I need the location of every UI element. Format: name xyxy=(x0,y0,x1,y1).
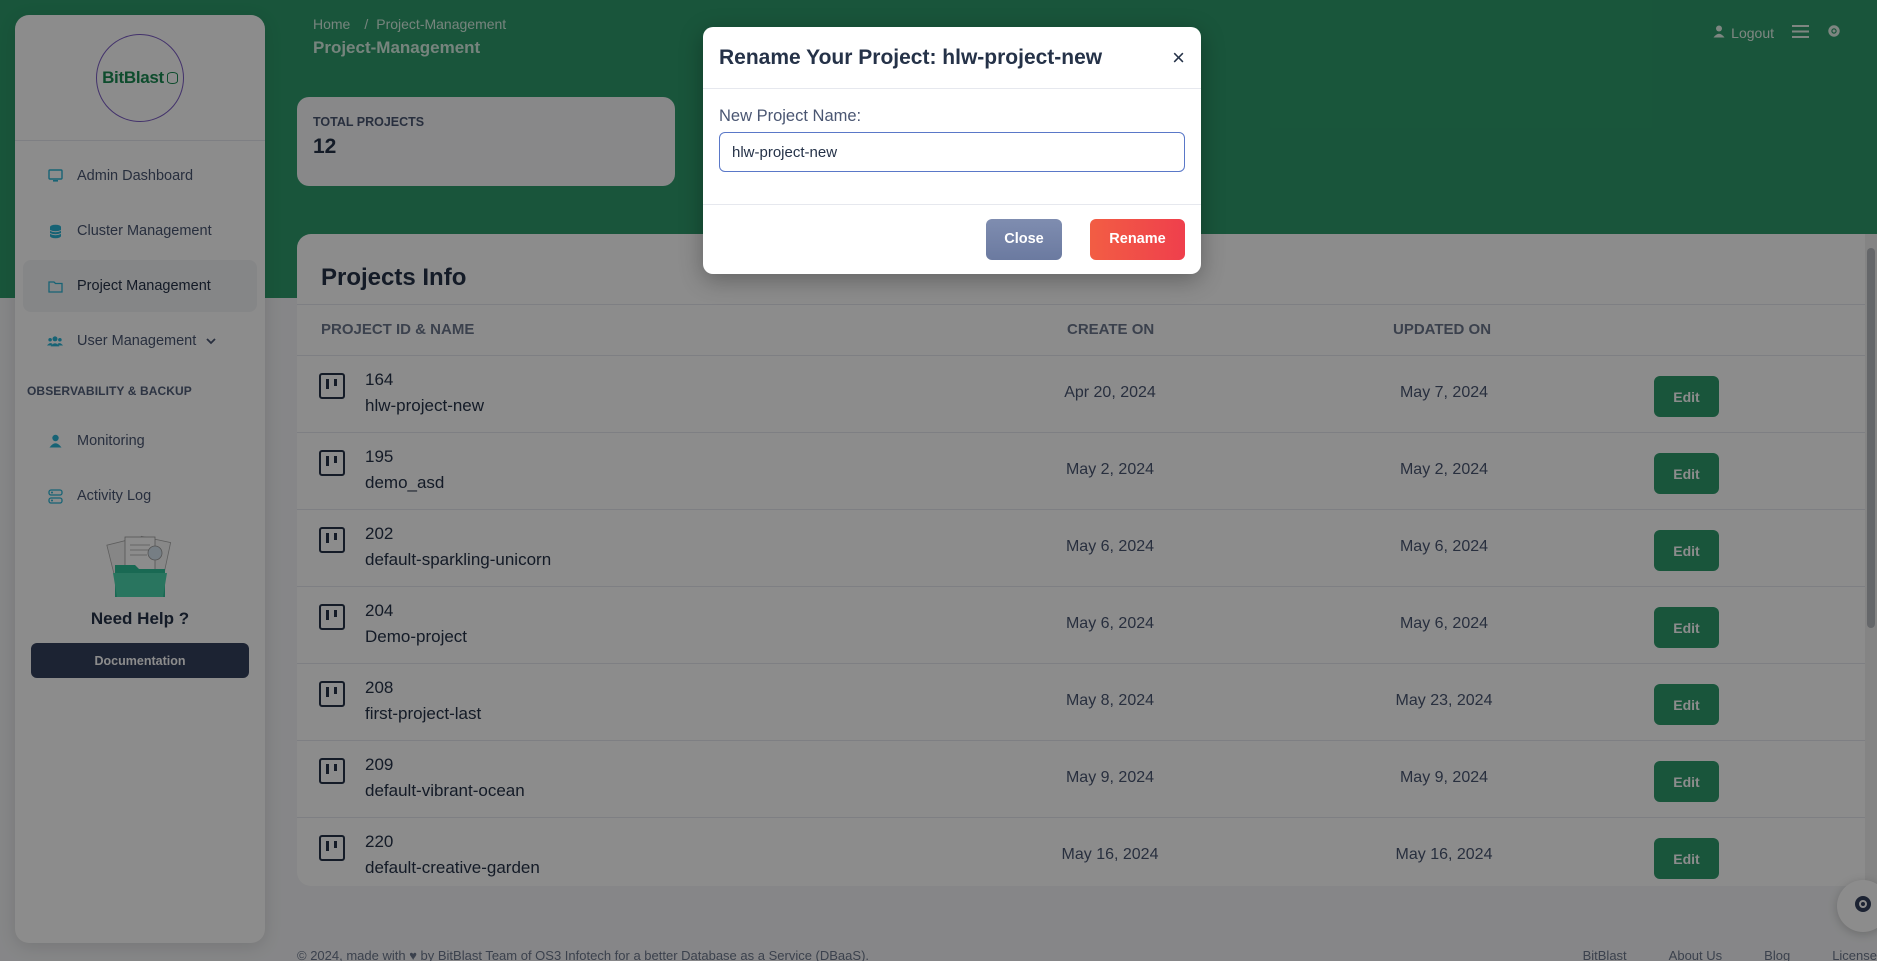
modal-footer: Close Rename xyxy=(703,205,1201,273)
close-icon[interactable]: × xyxy=(1172,45,1185,71)
modal-header: Rename Your Project: hlw-project-new × xyxy=(703,27,1201,89)
rename-project-modal: Rename Your Project: hlw-project-new × N… xyxy=(703,27,1201,274)
close-button[interactable]: Close xyxy=(986,218,1062,260)
modal-body: New Project Name: xyxy=(703,89,1201,205)
modal-title: Rename Your Project: hlw-project-new xyxy=(719,45,1103,69)
rename-button[interactable]: Rename xyxy=(1090,218,1185,260)
project-name-input[interactable] xyxy=(719,132,1185,172)
project-name-label: New Project Name: xyxy=(719,107,862,125)
